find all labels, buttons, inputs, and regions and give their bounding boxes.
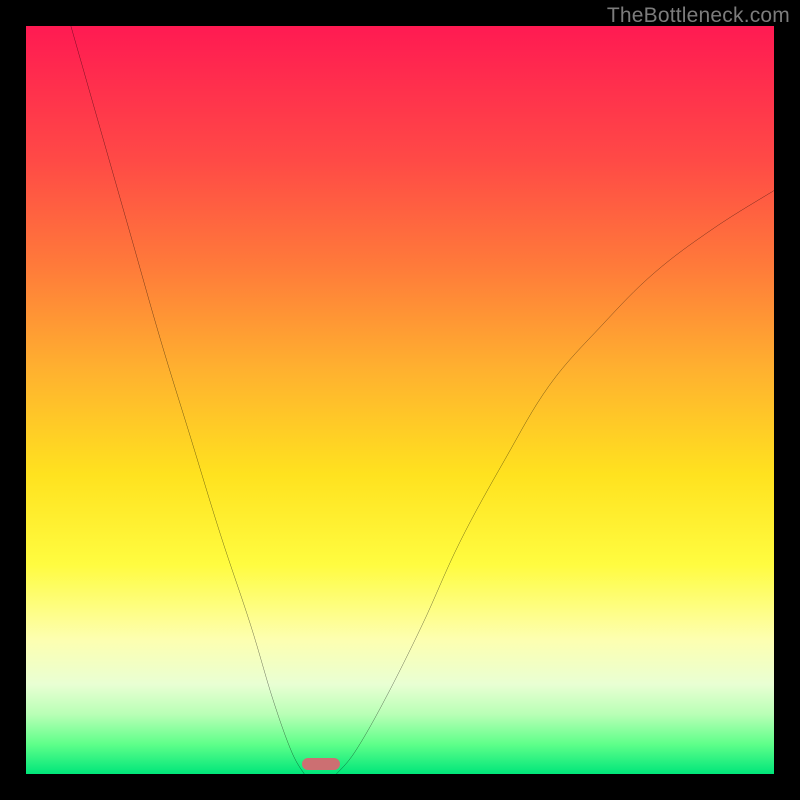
chart-frame: TheBottleneck.com xyxy=(0,0,800,800)
curve-svg xyxy=(26,26,774,774)
curve-right xyxy=(336,191,774,774)
plot-area xyxy=(26,26,774,774)
minimum-marker xyxy=(302,758,340,770)
watermark-text: TheBottleneck.com xyxy=(607,4,790,28)
curve-left xyxy=(71,26,304,774)
